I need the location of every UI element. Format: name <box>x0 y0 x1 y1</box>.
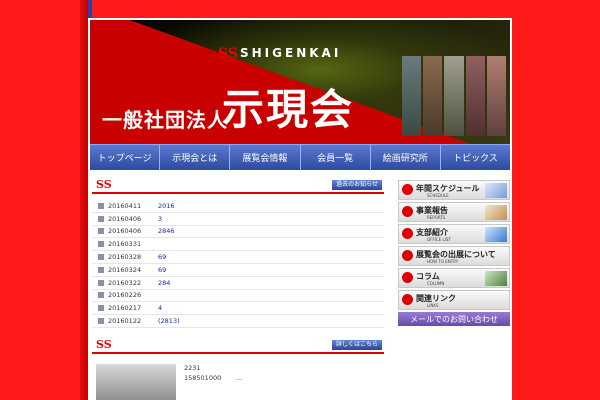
page-container: SS SHIGENKAI 一般社団法人 示現会 トップページ 示現会とは 展覧会… <box>88 18 512 400</box>
topic-mark: SS <box>96 337 112 351</box>
calendar-icon <box>485 183 507 198</box>
logo-text: SHIGENKAI <box>240 46 342 60</box>
sidebar-item-column[interactable]: コラム COLUMN <box>398 268 510 288</box>
topic-block: 2231 158501000 ... <box>92 363 384 400</box>
news-header: SS 過去のお知らせ <box>92 178 384 194</box>
bullet-icon <box>98 228 104 235</box>
sidebar-sub: REPORTS <box>427 215 446 220</box>
pin-icon <box>402 272 413 283</box>
news-row[interactable]: 20160328 69 <box>92 251 384 264</box>
news-title[interactable]: 4 <box>158 304 162 312</box>
news-row[interactable]: 20160406 2846 <box>92 226 384 239</box>
news-mark: SS <box>96 178 112 191</box>
nav-top[interactable]: トップページ <box>90 145 161 170</box>
bullet-icon <box>98 202 104 209</box>
news-date: 20160406 <box>108 214 142 223</box>
nav-members[interactable]: 会員一覧 <box>301 145 371 170</box>
news-date: 20160122 <box>108 317 142 326</box>
news-date: 20160331 <box>108 240 142 249</box>
news-date: 20160328 <box>108 253 142 262</box>
bullet-icon <box>98 305 104 312</box>
more-details-button[interactable]: 詳しくはこちら <box>331 339 382 350</box>
left-shadow-stripe <box>80 0 88 400</box>
main-column: SS 過去のお知らせ 20160411 2016 20160406 3 201604… <box>92 178 384 400</box>
news-title[interactable]: 2846 <box>158 227 175 235</box>
logo-mark: SS <box>218 46 238 62</box>
news-date: 20160406 <box>108 227 142 236</box>
sidebar: 年間スケジュール SCHEDULE 事業報告 REPORTS 支部紹介 OFFI… <box>398 180 510 326</box>
news-title[interactable]: 3 <box>158 215 162 223</box>
photo-2 <box>423 56 443 136</box>
topic-line-1: 2231 <box>184 363 201 372</box>
nav-institute[interactable]: 絵画研究所 <box>371 145 441 170</box>
pin-icon <box>402 184 413 195</box>
news-row[interactable]: 20160406 3 <box>92 213 384 226</box>
bullet-icon <box>98 279 104 286</box>
sidebar-item-reports[interactable]: 事業報告 REPORTS <box>398 202 510 222</box>
bullet-icon <box>98 292 104 299</box>
news-list: 20160411 2016 20160406 3 20160406 2846 2016… <box>92 200 384 328</box>
sidebar-item-entry[interactable]: 展覧会の出展について HOW TO ENTRY <box>398 246 510 266</box>
group-photo[interactable] <box>96 363 176 400</box>
news-row[interactable]: 20160324 69 <box>92 264 384 277</box>
easel-icon <box>485 271 507 286</box>
photo-1 <box>402 56 422 136</box>
past-news-button[interactable]: 過去のお知らせ <box>332 180 382 190</box>
bullet-icon <box>98 254 104 261</box>
main-nav: トップページ 示現会とは 展覧会情報 会員一覧 絵画研究所 トピックス <box>90 144 510 170</box>
sidebar-item-links[interactable]: 関連リンク LINKS <box>398 290 510 310</box>
bullet-icon <box>98 318 104 325</box>
nav-topics[interactable]: トピックス <box>441 145 510 170</box>
news-row[interactable]: 20160411 2016 <box>92 200 384 213</box>
news-row[interactable]: 20160226 <box>92 290 384 303</box>
news-title[interactable]: 69 <box>158 266 166 274</box>
sidebar-sub: OFFICE LIST <box>427 237 451 242</box>
site-title[interactable]: 示現会 <box>222 76 354 137</box>
bullet-icon <box>98 266 104 273</box>
pin-icon <box>402 294 413 305</box>
sidebar-sub: LINKS <box>427 303 439 308</box>
map-icon <box>485 227 507 242</box>
topic-header: SS 詳しくはこちら <box>92 338 384 354</box>
pin-icon <box>402 250 413 261</box>
news-title[interactable]: 69 <box>158 253 166 261</box>
nav-about[interactable]: 示現会とは <box>160 145 231 170</box>
bullet-icon <box>98 241 104 248</box>
news-date: 20160411 <box>108 201 142 210</box>
photo-3 <box>444 56 464 136</box>
header-photos <box>402 56 507 136</box>
photo-5 <box>486 56 507 136</box>
news-title[interactable]: 284 <box>158 279 170 287</box>
news-row[interactable]: 20160217 4 <box>92 302 384 316</box>
pin-icon <box>402 206 413 217</box>
sidebar-item-schedule[interactable]: 年間スケジュール SCHEDULE <box>398 180 510 200</box>
mail-contact-button[interactable]: メールでのお問い合わせ <box>398 312 510 326</box>
news-date: 20160226 <box>108 291 142 300</box>
bullet-icon <box>98 215 104 222</box>
photo-4 <box>465 56 485 136</box>
news-row[interactable]: 20160322 284 <box>92 277 384 290</box>
org-type: 一般社団法人 <box>102 108 228 132</box>
news-row[interactable]: 20160122 (2813) <box>92 315 384 328</box>
sidebar-sub: SCHEDULE <box>427 193 449 198</box>
content-area: SS 過去のお知らせ 20160411 2016 20160406 3 201604… <box>90 170 510 400</box>
news-title[interactable]: 2016 <box>158 202 175 210</box>
pin-icon <box>402 228 413 239</box>
news-date: 20160217 <box>108 304 142 313</box>
nav-exhibition[interactable]: 展覧会情報 <box>230 145 301 170</box>
document-icon <box>485 205 507 220</box>
sidebar-sub: HOW TO ENTRY <box>427 259 459 264</box>
sidebar-sub: COLUMN <box>427 281 445 286</box>
topic-line-2: 158501000 <box>184 373 222 382</box>
news-date: 20160324 <box>108 265 142 274</box>
site-header: SS SHIGENKAI 一般社団法人 示現会 <box>90 20 510 144</box>
topic-ellipsis: ... <box>236 373 243 382</box>
news-title[interactable]: (2813) <box>158 317 180 325</box>
news-date: 20160322 <box>108 278 142 287</box>
news-row[interactable]: 20160331 <box>92 238 384 252</box>
sidebar-item-offices[interactable]: 支部紹介 OFFICE LIST <box>398 224 510 244</box>
